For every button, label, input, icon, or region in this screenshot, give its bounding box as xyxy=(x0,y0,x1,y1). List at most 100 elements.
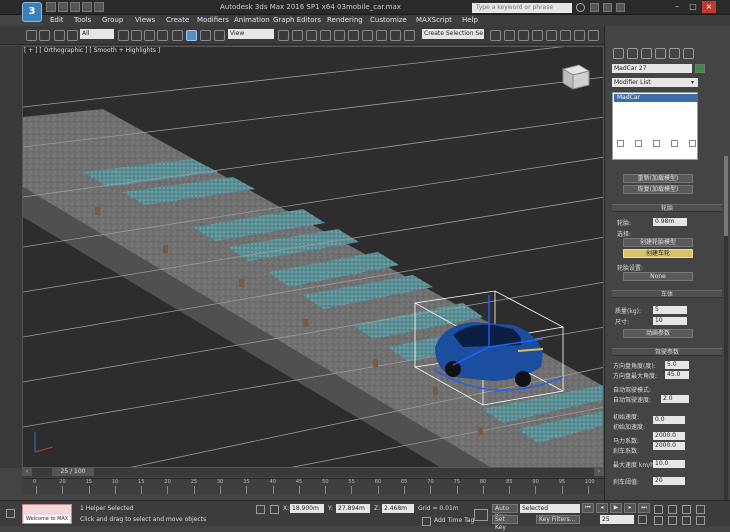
selected-key-select[interactable]: Selected xyxy=(520,504,580,513)
menu-create[interactable]: Create xyxy=(166,16,189,24)
hierarchy-tab-icon[interactable] xyxy=(641,48,652,59)
create-tab-icon[interactable] xyxy=(613,48,624,59)
horsepower-spinner[interactable]: 2000.0 xyxy=(653,432,685,440)
scrollbar-thumb[interactable] xyxy=(724,156,728,236)
link-icon[interactable] xyxy=(54,30,65,41)
field-of-view-icon[interactable] xyxy=(654,516,663,525)
display-tab-icon[interactable] xyxy=(669,48,680,59)
time-config-icon[interactable] xyxy=(638,515,647,524)
time-slider[interactable]: ‹ 25 / 100 › xyxy=(22,468,604,477)
restore-model-button[interactable]: 恢复(加载模型) xyxy=(623,185,693,194)
modifier-stack-item[interactable]: MadCar xyxy=(614,94,698,102)
layer-icon[interactable] xyxy=(490,30,501,41)
edit-named-selection-icon[interactable] xyxy=(376,30,387,41)
menu-group[interactable]: Group xyxy=(102,16,123,24)
key-filters-button[interactable]: Key Filters... xyxy=(536,515,580,524)
align-icon[interactable] xyxy=(404,30,415,41)
viewport[interactable] xyxy=(22,46,604,468)
redo-tool-icon[interactable] xyxy=(39,30,50,41)
object-color-swatch[interactable] xyxy=(695,64,705,73)
show-end-result-icon[interactable] xyxy=(635,140,642,147)
steering-angle-spinner[interactable]: 5.0 xyxy=(665,361,689,369)
region-select-icon[interactable] xyxy=(144,30,155,41)
prev-key-icon[interactable]: ◂ xyxy=(596,503,608,513)
window-crossing-icon[interactable] xyxy=(157,30,168,41)
named-selection-select[interactable]: Create Selection Se xyxy=(422,29,484,39)
keyboard-shortcut-icon[interactable] xyxy=(306,30,317,41)
goto-start-icon[interactable]: ⏮ xyxy=(582,503,594,513)
undo-icon[interactable] xyxy=(82,2,92,12)
zoom-icon[interactable] xyxy=(654,505,663,514)
absolute-mode-icon[interactable] xyxy=(270,505,279,514)
help-icon[interactable] xyxy=(616,3,625,12)
mass-spinner[interactable]: 5 xyxy=(653,306,687,314)
create-wheel-model-button[interactable]: 创建轮胎模型 xyxy=(623,238,693,247)
material-editor-icon[interactable] xyxy=(546,30,557,41)
maxscript-mini-input[interactable]: Welcome to MAX xyxy=(24,515,70,523)
max-speed-spinner[interactable]: 10.0 xyxy=(653,460,685,468)
modify-tab-icon[interactable] xyxy=(627,48,638,59)
pin-stack-icon[interactable] xyxy=(617,140,624,147)
curve-editor-icon[interactable] xyxy=(518,30,529,41)
track-bar[interactable]: 0 20 15 10 15 20 25 30 35 40 45 50 55 60 65 70 75 80 85 90 9… xyxy=(22,478,604,494)
initial-speed-spinner[interactable]: 0.0 xyxy=(653,416,685,424)
search-input[interactable]: Type a keyword or phrase xyxy=(472,3,572,13)
graphite-icon[interactable] xyxy=(504,30,515,41)
render-setup-icon[interactable] xyxy=(560,30,571,41)
wheel-settings-button[interactable]: None xyxy=(623,272,693,281)
orbit-icon[interactable] xyxy=(682,516,691,525)
mirror-icon[interactable] xyxy=(390,30,401,41)
add-time-tag[interactable]: Add Time Tag xyxy=(434,517,474,524)
brake-spinner[interactable]: 2000.0 xyxy=(653,442,685,450)
redo-icon[interactable] xyxy=(94,2,104,12)
wheel-radius-spinner[interactable]: 0.98m xyxy=(653,218,687,226)
select-move-icon[interactable] xyxy=(172,30,183,41)
animation-params-button[interactable]: 动画参数 xyxy=(623,329,693,338)
viewport-label[interactable]: [ + ] [ Orthographic ] [ Smooth + Highli… xyxy=(24,47,160,54)
create-wheels-button[interactable]: 创建车轮 xyxy=(623,249,693,258)
menu-modifiers[interactable]: Modifiers xyxy=(197,16,229,24)
app-logo[interactable]: 3 xyxy=(22,2,42,22)
size-spinner[interactable]: 10 xyxy=(653,317,687,325)
modifier-list-select[interactable]: Modifier List xyxy=(612,78,698,87)
menu-maxscript[interactable]: MAXScript xyxy=(416,16,452,24)
schematic-view-icon[interactable] xyxy=(532,30,543,41)
angle-snap-icon[interactable] xyxy=(334,30,345,41)
rotate-icon[interactable] xyxy=(200,30,211,41)
set-key-button[interactable]: Set Key xyxy=(492,515,518,531)
motion-tab-icon[interactable] xyxy=(655,48,666,59)
pan-icon[interactable] xyxy=(668,516,677,525)
selection-filter-select[interactable]: All xyxy=(80,29,114,39)
rendered-frame-icon[interactable] xyxy=(574,30,585,41)
menu-edit[interactable]: Edit xyxy=(50,16,64,24)
modifier-stack[interactable]: MadCar xyxy=(612,92,698,160)
select-object-icon[interactable] xyxy=(118,30,129,41)
lock-icon[interactable] xyxy=(256,505,265,514)
zoom-all-icon[interactable] xyxy=(668,505,677,514)
zoom-extents-all-icon[interactable] xyxy=(696,505,705,514)
zoom-extents-icon[interactable] xyxy=(682,505,691,514)
next-key-icon[interactable]: ▸ xyxy=(624,503,636,513)
snaps-icon[interactable] xyxy=(320,30,331,41)
z-coordinate-field[interactable]: 2.468m xyxy=(382,504,414,513)
reload-model-button[interactable]: 重新(加载模型) xyxy=(623,174,693,183)
current-frame-field[interactable]: 25 xyxy=(600,515,634,524)
remove-modifier-icon[interactable] xyxy=(671,140,678,147)
save-icon[interactable] xyxy=(70,2,80,12)
close-button[interactable]: × xyxy=(702,1,716,13)
rollout-wheels[interactable]: 轮胎 xyxy=(612,204,722,212)
key-icon[interactable] xyxy=(474,509,488,521)
time-slider-thumb[interactable]: 25 / 100 xyxy=(52,468,94,476)
x-coordinate-field[interactable]: 18.900m xyxy=(290,504,324,513)
auto-drive-speed-spinner[interactable]: 2.0 xyxy=(661,395,689,403)
make-unique-icon[interactable] xyxy=(653,140,660,147)
star-icon[interactable] xyxy=(603,3,612,12)
search-icon[interactable] xyxy=(576,3,585,12)
menu-tools[interactable]: Tools xyxy=(74,16,91,24)
percent-snap-icon[interactable] xyxy=(348,30,359,41)
unlink-icon[interactable] xyxy=(67,30,78,41)
maximize-viewport-icon[interactable] xyxy=(696,516,705,525)
auto-key-button[interactable]: Auto Key xyxy=(492,504,518,520)
command-panel-scrollbar[interactable] xyxy=(724,156,728,506)
prev-frame-icon[interactable]: ‹ xyxy=(22,468,32,476)
